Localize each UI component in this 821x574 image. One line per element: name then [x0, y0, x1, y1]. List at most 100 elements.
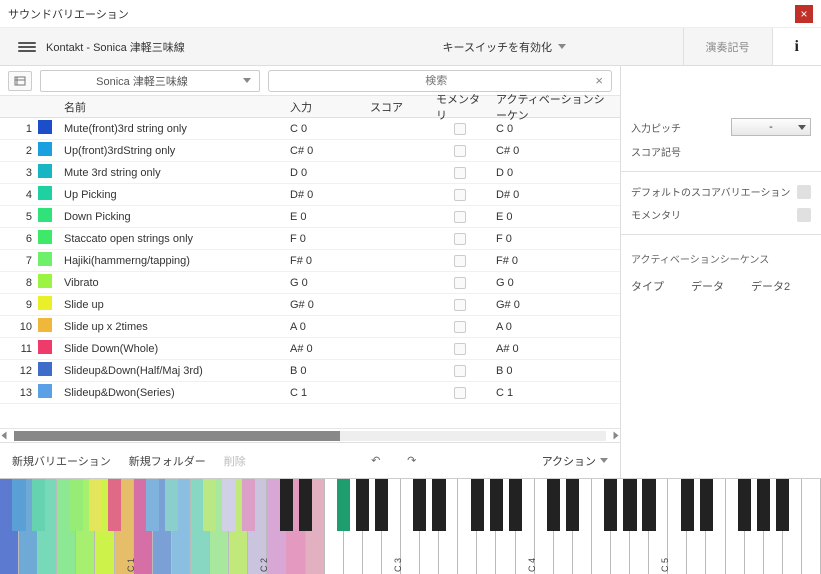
row-name[interactable]: Mute(front)3rd string only — [58, 123, 284, 135]
row-name[interactable]: Up Picking — [58, 189, 284, 201]
row-input[interactable]: C 1 — [284, 387, 364, 399]
momentary-checkbox[interactable] — [454, 255, 466, 267]
search-input[interactable] — [277, 75, 595, 87]
momentary-checkbox[interactable] — [454, 211, 466, 223]
row-activation[interactable]: G# 0 — [490, 299, 620, 311]
black-key[interactable] — [89, 479, 102, 531]
color-swatch[interactable] — [38, 230, 52, 244]
momentary-checkbox[interactable] — [454, 343, 466, 355]
row-activation[interactable]: C# 0 — [490, 145, 620, 157]
color-swatch[interactable] — [38, 296, 52, 310]
row-name[interactable]: Vibrato — [58, 277, 284, 289]
black-key[interactable] — [413, 479, 426, 531]
black-key[interactable] — [547, 479, 560, 531]
color-swatch[interactable] — [38, 384, 52, 398]
color-swatch[interactable] — [38, 208, 52, 222]
row-activation[interactable]: A# 0 — [490, 343, 620, 355]
col-score[interactable]: スコア — [364, 99, 430, 115]
black-key[interactable] — [280, 479, 293, 531]
color-swatch[interactable] — [38, 186, 52, 200]
black-key[interactable] — [12, 479, 25, 531]
row-activation[interactable]: C 0 — [490, 123, 620, 135]
row-activation[interactable]: F 0 — [490, 233, 620, 245]
table-row[interactable]: 12Slideup&Down(Half/Maj 3rd)B 0B 0 — [0, 360, 620, 382]
clear-search-icon[interactable]: × — [595, 73, 603, 88]
black-key[interactable] — [242, 479, 255, 531]
row-activation[interactable]: F# 0 — [490, 255, 620, 267]
table-row[interactable]: 1Mute(front)3rd string onlyC 0C 0 — [0, 118, 620, 140]
tab-info[interactable]: i — [772, 28, 821, 65]
color-swatch[interactable] — [38, 120, 52, 134]
black-key[interactable] — [222, 479, 235, 531]
file-button[interactable] — [8, 71, 32, 91]
momentary-checkbox[interactable] — [454, 365, 466, 377]
momentary-checkbox[interactable] — [454, 321, 466, 333]
row-input[interactable]: B 0 — [284, 365, 364, 377]
row-activation[interactable]: D# 0 — [490, 189, 620, 201]
black-key[interactable] — [299, 479, 312, 531]
black-key[interactable] — [490, 479, 503, 531]
table-row[interactable]: 13Slideup&Dwon(Series)C 1C 1 — [0, 382, 620, 404]
table-row[interactable]: 6Staccato open strings onlyF 0F 0 — [0, 228, 620, 250]
white-key[interactable] — [802, 479, 821, 574]
momentary-checkbox[interactable] — [454, 167, 466, 179]
row-name[interactable]: Mute 3rd string only — [58, 167, 284, 179]
close-button[interactable]: × — [795, 5, 813, 23]
momentary-checkbox[interactable] — [454, 189, 466, 201]
momentary-checkbox[interactable] — [454, 277, 466, 289]
scroll-right-icon[interactable] — [614, 432, 619, 440]
black-key[interactable] — [604, 479, 617, 531]
row-activation[interactable]: D 0 — [490, 167, 620, 179]
table-row[interactable]: 2Up(front)3rdString onlyC# 0C# 0 — [0, 140, 620, 162]
row-input[interactable]: A# 0 — [284, 343, 364, 355]
tab-performance-symbol[interactable]: 演奏記号 — [683, 28, 772, 65]
black-key[interactable] — [108, 479, 121, 531]
row-activation[interactable]: E 0 — [490, 211, 620, 223]
row-input[interactable]: C 0 — [284, 123, 364, 135]
color-swatch[interactable] — [38, 340, 52, 354]
black-key[interactable] — [432, 479, 445, 531]
col-input[interactable]: 入力 — [284, 99, 364, 115]
row-name[interactable]: Slide Down(Whole) — [58, 343, 284, 355]
black-key[interactable] — [566, 479, 579, 531]
table-row[interactable]: 4Up PickingD# 0D# 0 — [0, 184, 620, 206]
black-key[interactable] — [757, 479, 770, 531]
table-row[interactable]: 11Slide Down(Whole)A# 0A# 0 — [0, 338, 620, 360]
black-key[interactable] — [471, 479, 484, 531]
default-score-checkbox[interactable] — [797, 185, 811, 199]
row-name[interactable]: Slide up — [58, 299, 284, 311]
search-field[interactable]: × — [268, 70, 612, 92]
color-swatch[interactable] — [38, 252, 52, 266]
row-name[interactable]: Staccato open strings only — [58, 233, 284, 245]
keyswitch-toggle[interactable]: キースイッチを有効化 — [326, 39, 683, 55]
row-name[interactable]: Slideup&Down(Half/Maj 3rd) — [58, 365, 284, 377]
momentary-checkbox[interactable] — [454, 123, 466, 135]
row-input[interactable]: C# 0 — [284, 145, 364, 157]
row-name[interactable]: Hajiki(hammerng/tapping) — [58, 255, 284, 267]
input-pitch-select[interactable]: - — [731, 118, 811, 136]
preset-dropdown[interactable]: Sonica 津軽三味線 — [40, 70, 260, 92]
action-menu[interactable]: アクション — [542, 453, 608, 469]
momentary-checkbox[interactable] — [797, 208, 811, 222]
black-key[interactable] — [356, 479, 369, 531]
row-activation[interactable]: G 0 — [490, 277, 620, 289]
black-key[interactable] — [203, 479, 216, 531]
redo-button[interactable]: ↷ — [403, 452, 421, 470]
row-activation[interactable]: A 0 — [490, 321, 620, 333]
row-activation[interactable]: B 0 — [490, 365, 620, 377]
table-row[interactable]: 8VibratoG 0G 0 — [0, 272, 620, 294]
row-input[interactable]: G# 0 — [284, 299, 364, 311]
color-swatch[interactable] — [38, 164, 52, 178]
new-folder-button[interactable]: 新規フォルダー — [129, 453, 206, 469]
momentary-checkbox[interactable] — [454, 145, 466, 157]
new-variation-button[interactable]: 新規バリエーション — [12, 453, 111, 469]
momentary-checkbox[interactable] — [454, 233, 466, 245]
row-name[interactable]: Slideup&Dwon(Series) — [58, 387, 284, 399]
table-row[interactable]: 5Down PickingE 0E 0 — [0, 206, 620, 228]
piano-keyboard[interactable]: C 0C 1C 2C 3C 4C 5 — [0, 478, 821, 574]
table-row[interactable]: 9Slide upG# 0G# 0 — [0, 294, 620, 316]
row-name[interactable]: Up(front)3rdString only — [58, 145, 284, 157]
row-input[interactable]: A 0 — [284, 321, 364, 333]
table-row[interactable]: 10Slide up x 2timesA 0A 0 — [0, 316, 620, 338]
row-activation[interactable]: C 1 — [490, 387, 620, 399]
